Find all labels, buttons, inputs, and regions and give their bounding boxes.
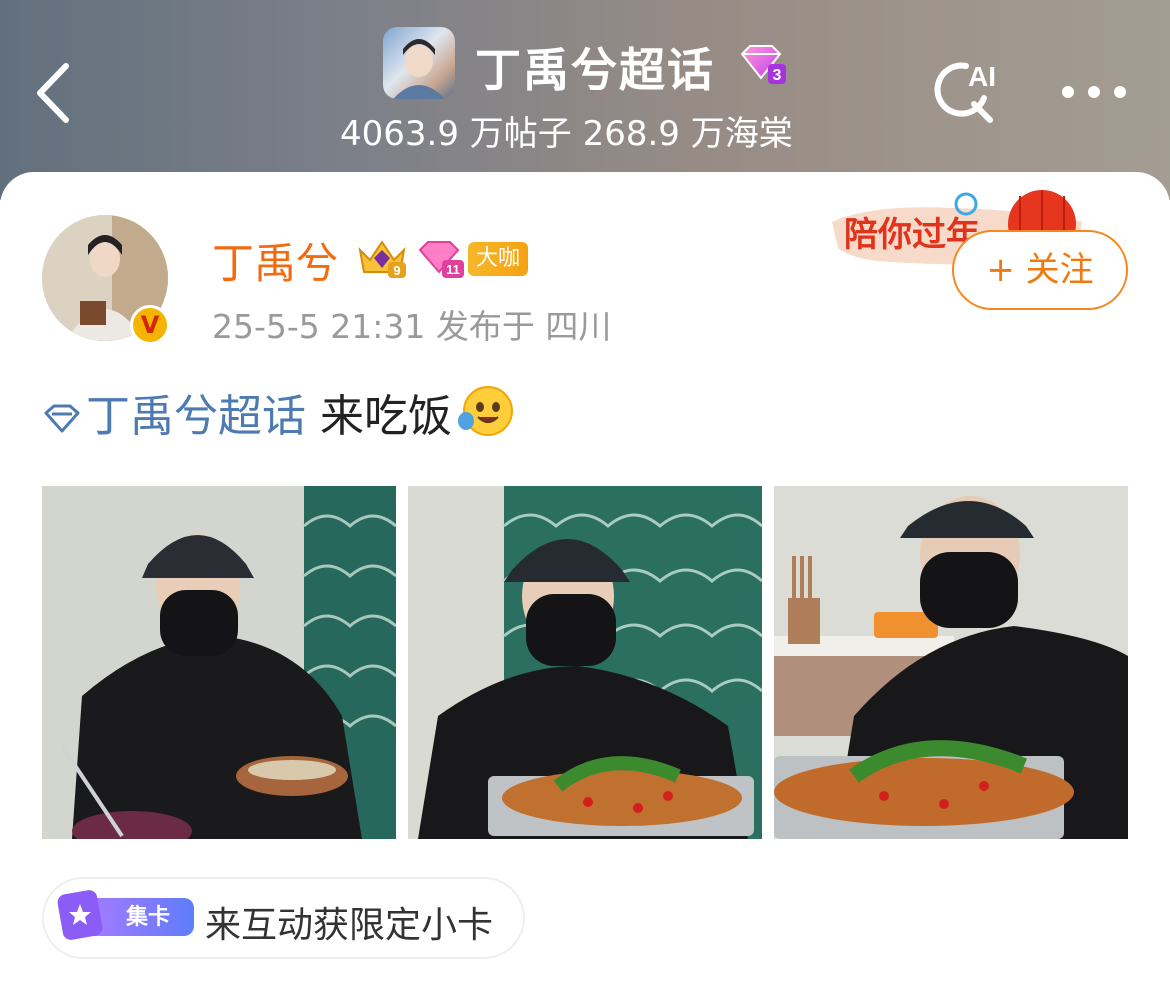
topic-title: 丁禹兮超话 [475,43,715,97]
follow-button[interactable]: + 关注 [952,230,1128,310]
post-body-text: 来吃饭 [306,391,452,442]
post-text: 丁禹兮超话 来吃饭 [42,380,516,450]
post-meta: 25-5-5 21:31 发布于 四川 [212,307,612,346]
more-button[interactable] [1058,78,1130,106]
topic-avatar[interactable] [383,27,455,99]
svg-text:3: 3 [773,67,782,84]
topic-stats: 4063.9 万帖子 268.9 万海棠 [340,114,793,154]
role-badge: 大咖 [468,242,528,276]
post-photo-3[interactable] [774,486,1128,839]
diamond-badge-icon: 11 [416,238,464,280]
back-arrow-icon [37,63,69,123]
svg-text:11: 11 [446,262,460,277]
verified-badge: V [130,305,170,345]
svg-text:集卡: 集卡 [125,904,170,930]
svg-text:9: 9 [393,263,400,278]
collect-card-tag: 集卡 [56,890,194,940]
more-icon [1062,86,1126,98]
collect-card-text: 来互动获限定小卡 [205,905,494,946]
hug-emoji-icon [456,383,516,450]
topic-level-badge: 3 [738,42,788,86]
topic-link[interactable]: 丁禹兮超话 [86,391,306,442]
back-button[interactable] [30,58,80,128]
crown-badge-icon: 9 [354,236,410,280]
search-ai-icon: AI [934,61,996,123]
topic-link-icon [42,395,82,446]
svg-text:AI: AI [968,61,996,92]
post-photo-1[interactable] [42,486,396,839]
author-name[interactable]: 丁禹兮 [212,230,338,291]
post-photo-2[interactable] [408,486,762,839]
ai-search-button[interactable]: AI [928,58,1002,128]
